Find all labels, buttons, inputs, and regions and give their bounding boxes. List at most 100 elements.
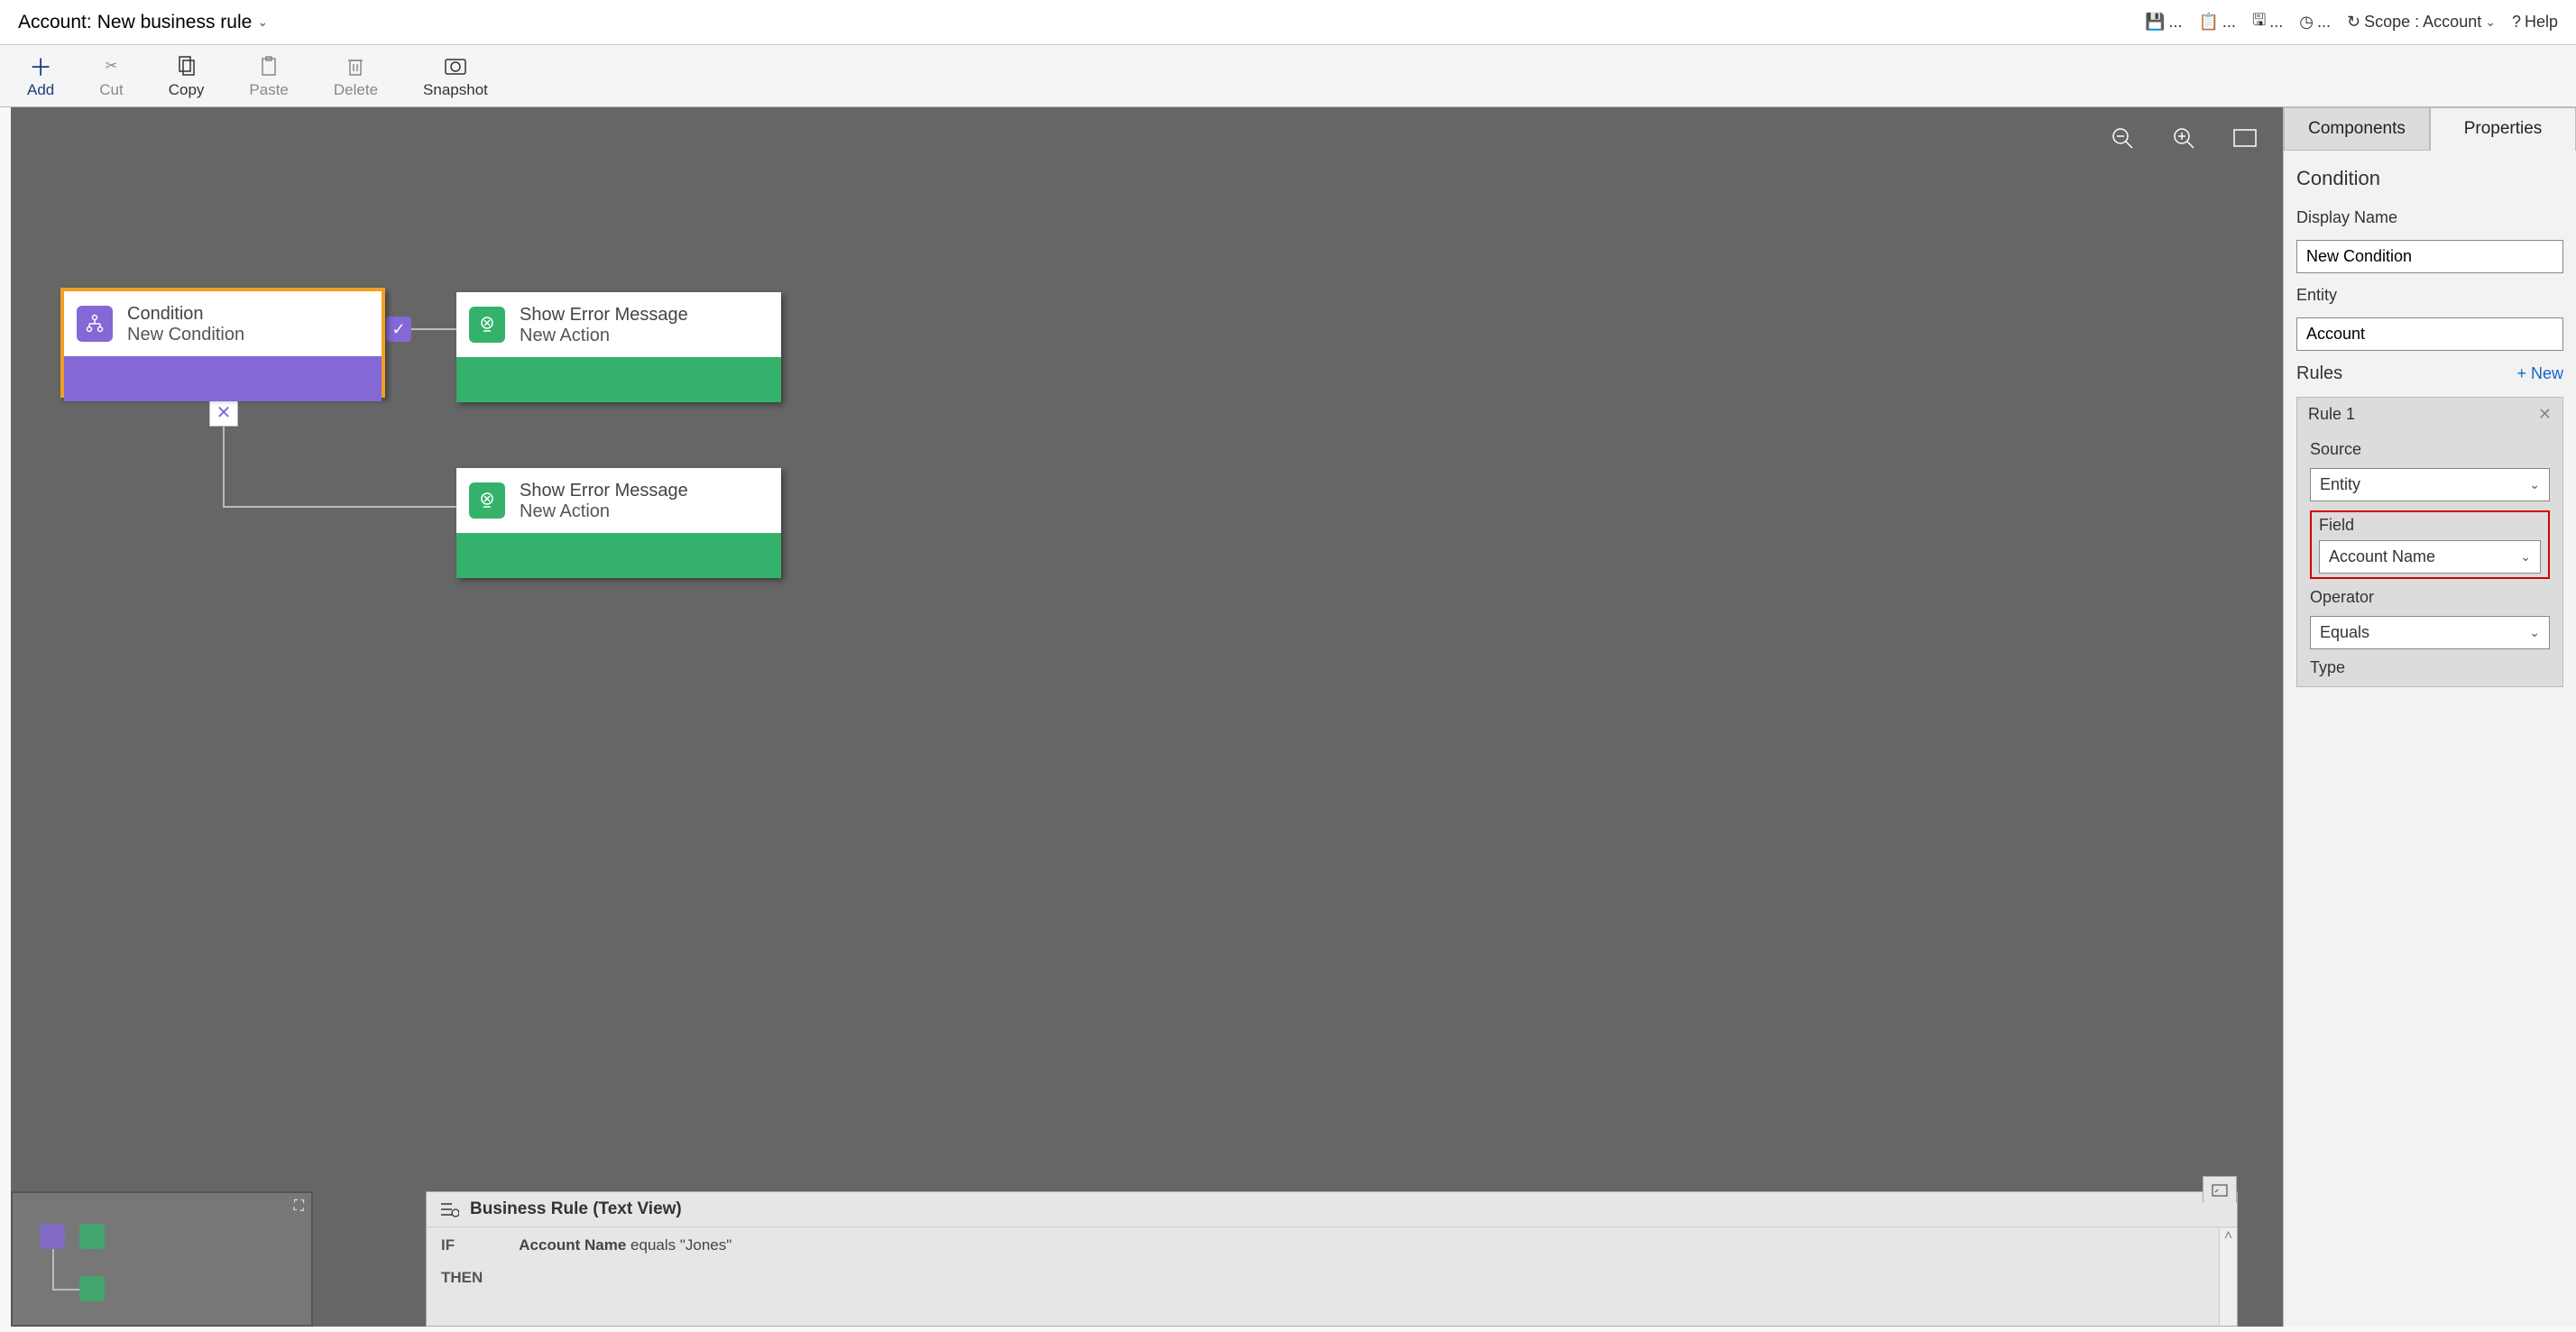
if-statement: Account Name equals "Jones" [519, 1236, 731, 1254]
true-connector-icon[interactable]: ✓ [386, 317, 411, 342]
action-node-2[interactable]: Show Error Message New Action [456, 468, 781, 578]
expand-icon[interactable]: ⛶ [294, 1199, 304, 1215]
minimap-node [40, 1224, 65, 1249]
text-view-panel: Business Rule (Text View) IF THEN Accoun… [426, 1191, 2238, 1327]
save-edit-icon: 🖫 [2252, 9, 2266, 36]
paste-icon [257, 54, 281, 78]
section-title: Condition [2296, 167, 2563, 190]
copy-icon [175, 54, 198, 78]
scope-value: Account [2423, 13, 2481, 32]
scope-selector[interactable]: ↻ Scope : Account ⌄ [2347, 13, 2496, 32]
display-name-label: Display Name [2296, 208, 2563, 227]
display-name-input[interactable] [2296, 240, 2563, 273]
new-rule-button[interactable]: + New [2516, 364, 2563, 383]
delete-button[interactable]: Delete [334, 54, 378, 99]
field-select[interactable]: Account Name ⌄ [2319, 540, 2541, 574]
activate-menu[interactable]: ◷... [2299, 13, 2331, 32]
list-settings-icon [439, 1201, 459, 1217]
plus-icon: ＋ [29, 54, 52, 78]
type-label: Type [2310, 658, 2550, 677]
saveas-menu[interactable]: 🖫... [2252, 9, 2283, 36]
clipboard-icon: 📋 [2199, 13, 2219, 32]
rule-title: Rule 1 [2308, 405, 2355, 424]
help-icon: ? [2512, 13, 2521, 32]
condition-icon [77, 306, 113, 342]
rule-block: Rule 1 ✕ Source Entity ⌄ Field Account N… [2296, 397, 2563, 687]
chevron-down-icon[interactable]: ⌄ [257, 14, 268, 30]
help-button[interactable]: ? Help [2512, 13, 2558, 32]
tab-components[interactable]: Components [2284, 107, 2430, 151]
zoom-out-button[interactable] [2110, 125, 2135, 151]
fit-screen-button[interactable] [2232, 125, 2258, 151]
tab-properties[interactable]: Properties [2430, 107, 2576, 151]
help-label: Help [2525, 13, 2558, 32]
entity-label: Entity [2296, 286, 2563, 305]
copy-button[interactable]: Copy [169, 54, 205, 99]
zoom-in-button[interactable] [2171, 125, 2196, 151]
operator-label: Operator [2310, 588, 2550, 607]
trash-icon [344, 54, 367, 78]
connector-line [223, 427, 225, 508]
header-bar: Account: New business rule ⌄ 💾... 📋... 🖫… [0, 0, 2576, 45]
node-subtitle: New Action [520, 326, 688, 346]
node-footer [456, 533, 781, 578]
error-action-icon [469, 482, 505, 519]
title-rule-name: New business rule [97, 12, 253, 33]
main-layout: ✓ ✕ Condition New Condition [0, 107, 2576, 1327]
node-subtitle: New Condition [127, 325, 244, 345]
node-subtitle: New Action [520, 501, 688, 522]
title-entity: Account: [18, 12, 92, 33]
connector-line [411, 328, 456, 330]
field-highlight: Field Account Name ⌄ [2310, 510, 2550, 579]
node-footer [456, 357, 781, 402]
if-label: IF [441, 1236, 483, 1254]
text-view-body: IF THEN Account Name equals "Jones" [427, 1227, 2237, 1296]
minimap-node [79, 1276, 105, 1301]
connector-line [223, 506, 456, 508]
paste-button[interactable]: Paste [249, 54, 288, 99]
operator-select[interactable]: Equals ⌄ [2310, 616, 2550, 649]
minimap[interactable]: ⛶ [11, 1191, 313, 1327]
false-connector-icon[interactable]: ✕ [209, 398, 238, 427]
zoom-controls [2110, 125, 2258, 151]
snapshot-button[interactable]: Snapshot [423, 54, 488, 99]
properties-panel: Components Properties Condition Display … [2283, 107, 2576, 1327]
minimap-node [79, 1224, 105, 1249]
scissors-icon: ✂ [99, 54, 123, 78]
text-view-header[interactable]: Business Rule (Text View) [427, 1192, 2237, 1227]
field-label: Field [2319, 516, 2541, 535]
entity-input[interactable] [2296, 317, 2563, 351]
scroll-up-icon[interactable]: ˄ [2220, 1228, 2237, 1245]
node-footer [64, 356, 382, 401]
scope-label: Scope : [2364, 13, 2419, 32]
validate-menu[interactable]: 📋... [2199, 13, 2236, 32]
save-menu[interactable]: 💾... [2145, 13, 2182, 32]
save-icon: 💾 [2145, 13, 2165, 32]
source-select[interactable]: Entity ⌄ [2310, 468, 2550, 501]
rules-label: Rules [2296, 363, 2342, 384]
scope-icon: ↻ [2347, 13, 2360, 32]
canvas[interactable]: ✓ ✕ Condition New Condition [11, 107, 2283, 1327]
chevron-down-icon: ⌄ [2520, 549, 2531, 565]
toolbar: ＋ Add ✂ Cut Copy Paste Delete Snapshot [0, 45, 2576, 107]
add-button[interactable]: ＋ Add [27, 54, 54, 99]
action-node-1[interactable]: Show Error Message New Action [456, 292, 781, 402]
cut-button[interactable]: ✂ Cut [99, 54, 123, 99]
chevron-down-icon: ⌄ [2529, 477, 2540, 492]
clock-icon: ◷ [2299, 13, 2314, 32]
then-label: THEN [441, 1269, 483, 1287]
node-title: Show Error Message [520, 480, 688, 501]
header-actions: 💾... 📋... 🖫... ◷... ↻ Scope : Account ⌄ … [2145, 9, 2558, 36]
condition-node[interactable]: Condition New Condition [60, 288, 385, 398]
close-icon[interactable]: ✕ [2538, 405, 2552, 424]
text-view-title: Business Rule (Text View) [470, 1199, 682, 1219]
camera-icon [444, 54, 467, 78]
chevron-down-icon: ⌄ [2529, 625, 2540, 640]
node-title: Condition [127, 303, 244, 325]
error-action-icon [469, 307, 505, 343]
expand-text-view-button[interactable] [2203, 1176, 2237, 1203]
title-block[interactable]: Account: New business rule ⌄ [18, 12, 268, 33]
source-label: Source [2310, 440, 2550, 459]
text-view-scrollbar[interactable]: ˄ [2219, 1228, 2237, 1326]
chevron-down-icon: ⌄ [2485, 14, 2496, 30]
